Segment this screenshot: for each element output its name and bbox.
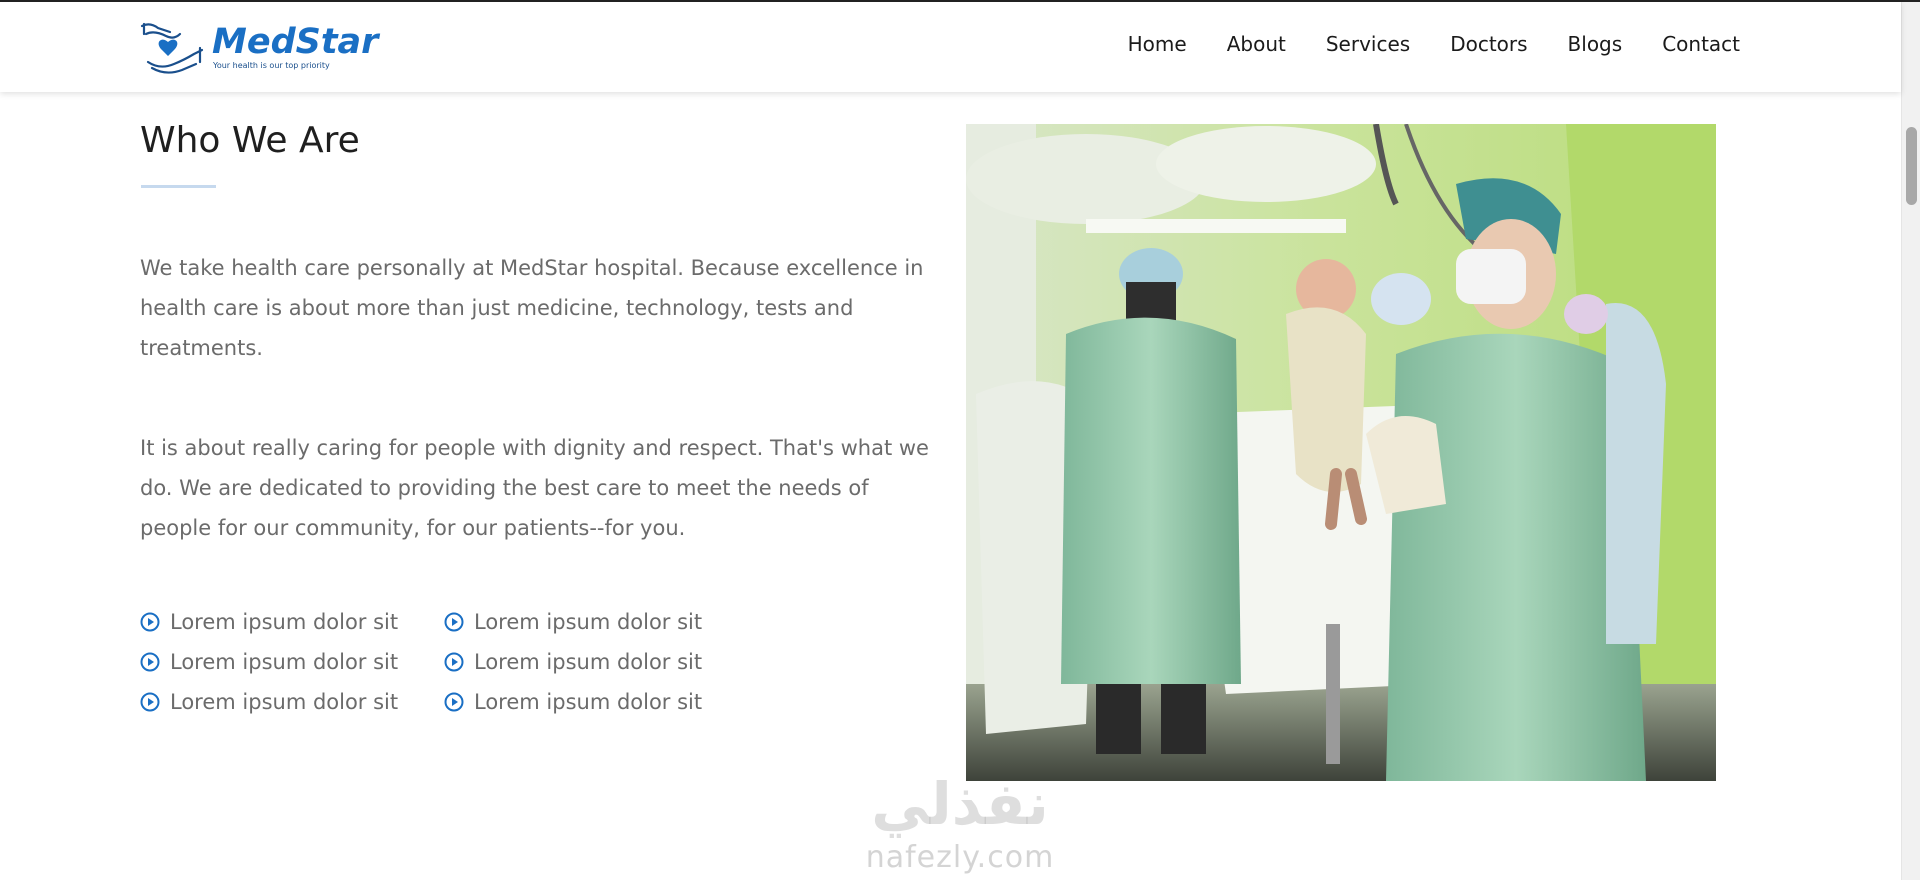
play-circle-icon (140, 652, 160, 672)
feature-item: Lorem ipsum dolor sit (140, 690, 398, 714)
watermark-latin: nafezly.com (865, 840, 1055, 875)
brand-tagline: Your health is our top priority (213, 61, 330, 70)
operating-room-photo (966, 124, 1716, 781)
watermark-arabic: نفذلي (871, 770, 1049, 838)
feature-label: Lorem ipsum dolor sit (474, 650, 703, 674)
site-watermark: نفذلي nafezly.com (850, 770, 1070, 880)
section-title: Who We Are (140, 120, 360, 161)
nav-doctors[interactable]: Doctors (1450, 32, 1527, 56)
nav-contact[interactable]: Contact (1662, 32, 1740, 56)
play-circle-icon (140, 612, 160, 632)
nav-blogs[interactable]: Blogs (1568, 32, 1623, 56)
play-circle-icon (444, 612, 464, 632)
feature-label: Lorem ipsum dolor sit (474, 690, 703, 714)
brand-logo[interactable]: MedStar Your health is our top priority (140, 20, 380, 76)
intro-paragraph: We take health care personally at MedSta… (140, 256, 924, 360)
site-header: MedStar Your health is our top priority … (0, 2, 1901, 92)
nav-home[interactable]: Home (1128, 32, 1187, 56)
title-underline (141, 185, 216, 188)
feature-item: Lorem ipsum dolor sit (444, 690, 702, 714)
feature-item: Lorem ipsum dolor sit (140, 610, 398, 634)
photo-illustration (966, 124, 1716, 781)
scrollbar-thumb[interactable] (1906, 127, 1917, 205)
feature-item: Lorem ipsum dolor sit (444, 610, 702, 634)
main-nav: Home About Services Doctors Blogs Contac… (1088, 32, 1740, 56)
nav-about[interactable]: About (1227, 32, 1286, 56)
play-circle-icon (444, 652, 464, 672)
feature-label: Lorem ipsum dolor sit (474, 610, 703, 634)
feature-label: Lorem ipsum dolor sit (170, 690, 399, 714)
page-scrollbar[interactable] (1901, 2, 1920, 880)
nav-services[interactable]: Services (1326, 32, 1410, 56)
feature-item: Lorem ipsum dolor sit (140, 650, 398, 674)
play-circle-icon (140, 692, 160, 712)
feature-label: Lorem ipsum dolor sit (170, 610, 399, 634)
feature-item: Lorem ipsum dolor sit (444, 650, 702, 674)
feature-label: Lorem ipsum dolor sit (170, 650, 399, 674)
play-circle-icon (444, 692, 464, 712)
brand-name: MedStar (212, 22, 379, 62)
hands-heart-icon (140, 22, 204, 74)
mission-paragraph: It is about really caring for people wit… (140, 436, 929, 540)
